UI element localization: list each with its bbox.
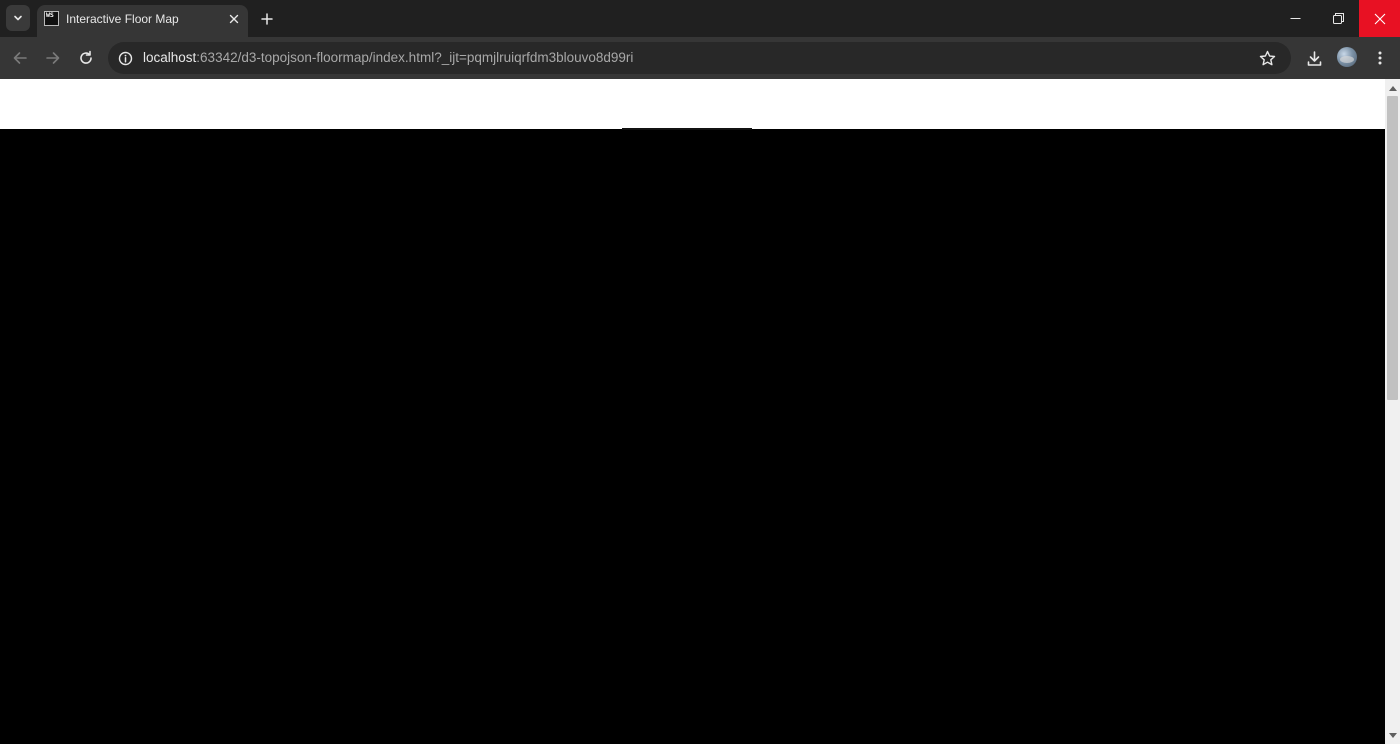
window-minimize-button[interactable]	[1274, 0, 1317, 37]
kebab-menu-icon	[1378, 51, 1382, 65]
forward-arrow-icon	[46, 52, 60, 64]
profile-avatar[interactable]	[1337, 47, 1357, 67]
star-icon	[1259, 50, 1275, 65]
caret-up-icon	[1388, 85, 1397, 91]
window-close-button[interactable]	[1359, 0, 1400, 37]
url-host: localhost	[143, 50, 197, 65]
address-bar[interactable]: localhost:63342/d3-topojson-floormap/ind…	[108, 42, 1291, 74]
download-icon	[1307, 50, 1321, 66]
info-icon	[118, 51, 132, 65]
downloads-button[interactable]	[1302, 46, 1326, 70]
page-header	[0, 79, 1385, 129]
caret-down-icon	[1388, 732, 1397, 738]
browser-toolbar: localhost:63342/d3-topojson-floormap/ind…	[0, 37, 1400, 79]
forward-button[interactable]	[41, 46, 65, 70]
webstorm-favicon-icon: WS	[44, 11, 59, 26]
back-button[interactable]	[8, 46, 32, 70]
browser-menu-button[interactable]	[1368, 46, 1392, 70]
chevron-down-icon	[14, 15, 22, 21]
close-icon	[229, 14, 239, 24]
page-viewport	[0, 79, 1385, 744]
reload-icon	[80, 50, 92, 64]
tab-search-button[interactable]	[6, 5, 30, 31]
back-arrow-icon	[13, 52, 27, 64]
floor-map-canvas[interactable]	[0, 130, 1385, 744]
bookmark-button[interactable]	[1258, 49, 1276, 67]
browser-titlebar: WS Interactive Floor Map	[0, 0, 1400, 37]
page-scrollbar[interactable]	[1385, 79, 1400, 744]
restore-icon	[1332, 13, 1344, 24]
plus-icon	[261, 13, 273, 25]
window-restore-button[interactable]	[1317, 0, 1359, 37]
new-tab-button[interactable]	[256, 8, 278, 30]
scroll-up-button[interactable]	[1388, 83, 1397, 92]
scrollbar-thumb[interactable]	[1387, 96, 1398, 400]
minimize-icon	[1290, 18, 1301, 19]
address-url[interactable]: localhost:63342/d3-topojson-floormap/ind…	[143, 50, 633, 65]
tab-title: Interactive Floor Map	[66, 12, 179, 26]
scroll-down-button[interactable]	[1388, 731, 1397, 740]
close-icon	[1374, 13, 1385, 24]
site-info-button[interactable]	[117, 50, 133, 66]
tab-close-button[interactable]	[226, 11, 242, 27]
url-path: :63342/d3-topojson-floormap/index.html?_…	[196, 50, 634, 65]
reload-button[interactable]	[74, 46, 98, 70]
browser-tab-active[interactable]: WS Interactive Floor Map	[37, 5, 248, 37]
